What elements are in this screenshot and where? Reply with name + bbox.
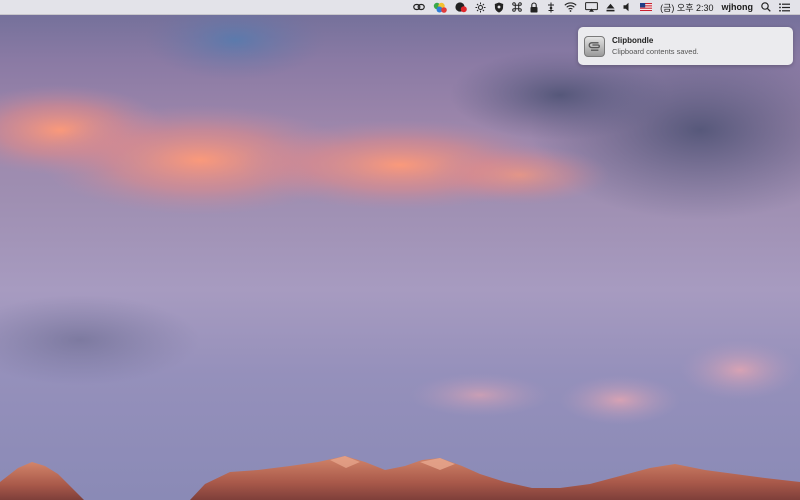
search-icon[interactable]	[761, 0, 771, 14]
us-flag-icon[interactable]	[640, 0, 653, 14]
notification-text: Clipbondle Clipboard contents saved.	[612, 35, 699, 57]
menu-bar: (금) 오후 2:30 wjhong	[0, 0, 800, 15]
notification-title: Clipbondle	[612, 36, 654, 45]
wifi-icon[interactable]	[564, 0, 577, 14]
volume-icon[interactable]	[623, 0, 632, 14]
clipbondle-icon	[584, 35, 605, 57]
status-tray: (금) 오후 2:30 wjhong	[409, 0, 800, 14]
wallpaper	[0, 0, 800, 500]
command-icon[interactable]	[512, 0, 522, 14]
mountain-left	[0, 462, 84, 500]
lock-icon[interactable]	[530, 0, 538, 14]
airplay-icon[interactable]	[585, 0, 599, 14]
network-icon[interactable]	[546, 0, 556, 14]
red-badge-app-icon[interactable]	[455, 0, 467, 14]
notification-body: Clipboard contents saved.	[612, 47, 699, 56]
colorful-app-icon[interactable]	[433, 0, 447, 14]
menu-clock[interactable]: (금) 오후 2:30	[660, 0, 713, 14]
desktop: (금) 오후 2:30 wjhong Clipbondle Clipboard …	[0, 0, 800, 500]
shield-icon[interactable]	[494, 0, 504, 14]
mountain-range	[190, 456, 800, 500]
notification-center-icon[interactable]	[779, 0, 790, 14]
brightness-icon[interactable]	[475, 0, 486, 14]
link-icon[interactable]	[413, 0, 425, 14]
menu-user-name[interactable]: wjhong	[722, 0, 754, 14]
eject-icon[interactable]	[606, 0, 615, 14]
notification-banner[interactable]: Clipbondle Clipboard contents saved.	[578, 27, 793, 65]
